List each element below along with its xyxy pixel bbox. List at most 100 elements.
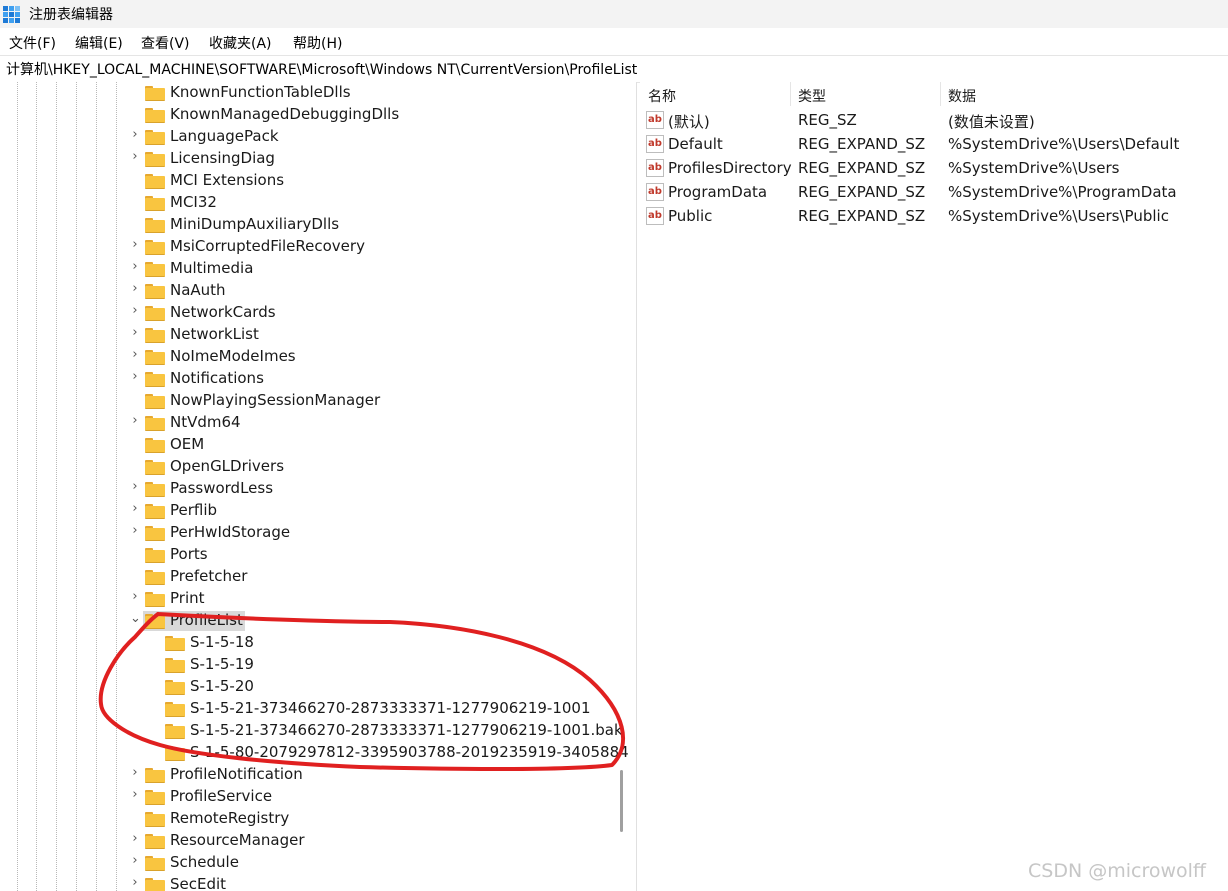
values-list-pane[interactable]: 名称 类型 数据 ab (默认) REG_SZ (数值未设置) ab Default REG… bbox=[640, 82, 1228, 891]
chevron-right-icon[interactable]: › bbox=[130, 369, 140, 384]
tree-item[interactable]: › NaAuth bbox=[0, 280, 620, 302]
tree-item-label: S-1-5-18 bbox=[190, 633, 254, 651]
key-tree-pane[interactable]: KnownFunctionTableDlls KnownManagedDebugg… bbox=[0, 82, 637, 891]
registry-value-row[interactable]: ab (默认) REG_SZ (数值未设置) bbox=[640, 109, 1228, 133]
tree-item[interactable]: › ProfileService bbox=[0, 786, 620, 808]
menu-help[interactable]: 帮助(H) bbox=[293, 33, 342, 53]
address-bar[interactable]: 计算机\HKEY_LOCAL_MACHINE\SOFTWARE\Microsof… bbox=[0, 55, 1228, 83]
tree-item[interactable]: S-1-5-80-2079297812-3395903788-201923591… bbox=[0, 742, 629, 764]
tree-item[interactable]: MCI32 bbox=[0, 192, 620, 214]
chevron-right-icon[interactable]: › bbox=[130, 875, 140, 890]
tree-scrollbar[interactable] bbox=[620, 770, 623, 832]
tree-item[interactable]: MiniDumpAuxiliaryDlls bbox=[0, 214, 620, 236]
menu-file[interactable]: 文件(F) bbox=[9, 33, 56, 53]
value-name: Default bbox=[668, 135, 723, 153]
chevron-right-icon[interactable]: › bbox=[130, 325, 140, 340]
chevron-right-icon[interactable]: › bbox=[130, 589, 140, 604]
chevron-right-icon[interactable]: › bbox=[130, 523, 140, 538]
chevron-right-icon[interactable]: › bbox=[130, 831, 140, 846]
folder-icon bbox=[145, 240, 165, 255]
tree-item[interactable]: › Notifications bbox=[0, 368, 620, 390]
folder-icon bbox=[145, 328, 165, 343]
folder-icon bbox=[165, 746, 185, 761]
tree-item[interactable]: Prefetcher bbox=[0, 566, 620, 588]
tree-item[interactable]: KnownFunctionTableDlls bbox=[0, 82, 620, 104]
tree-item-label: LicensingDiag bbox=[170, 149, 275, 167]
chevron-right-icon[interactable]: › bbox=[130, 479, 140, 494]
tree-item[interactable]: › ResourceManager bbox=[0, 830, 620, 852]
tree-item[interactable]: › Schedule bbox=[0, 852, 620, 874]
tree-item[interactable]: › Perflib bbox=[0, 500, 620, 522]
tree-item[interactable]: OEM bbox=[0, 434, 620, 456]
tree-item[interactable]: NowPlayingSessionManager bbox=[0, 390, 620, 412]
tree-item[interactable]: S-1-5-18 bbox=[0, 632, 620, 654]
tree-item[interactable]: KnownManagedDebuggingDlls bbox=[0, 104, 620, 126]
value-name: ProgramData bbox=[668, 183, 768, 201]
folder-icon bbox=[145, 548, 165, 563]
registry-value-row[interactable]: ab Default REG_EXPAND_SZ %SystemDrive%\User… bbox=[640, 133, 1228, 157]
menu-favorites[interactable]: 收藏夹(A) bbox=[209, 33, 272, 53]
tree-item[interactable]: ⌄ ProfileList bbox=[0, 610, 620, 632]
folder-icon bbox=[145, 152, 165, 167]
folder-icon bbox=[145, 86, 165, 101]
tree-item-label: RemoteRegistry bbox=[170, 809, 290, 827]
chevron-right-icon[interactable]: › bbox=[130, 237, 140, 252]
tree-item[interactable]: › PerHwIdStorage bbox=[0, 522, 620, 544]
tree-item[interactable]: Ports bbox=[0, 544, 620, 566]
chevron-down-icon[interactable]: ⌄ bbox=[130, 611, 141, 626]
menu-edit[interactable]: 编辑(E) bbox=[75, 33, 123, 53]
tree-item[interactable]: › NetworkCards bbox=[0, 302, 620, 324]
registry-value-row[interactable]: ab Public REG_EXPAND_SZ %SystemDrive%\Users… bbox=[640, 205, 1228, 229]
tree-item[interactable]: › NtVdm64 bbox=[0, 412, 620, 434]
tree-item-label: S-1-5-21-373466270-2873333371-1277906219… bbox=[190, 721, 623, 739]
tree-item[interactable]: › LanguagePack bbox=[0, 126, 620, 148]
chevron-right-icon[interactable]: › bbox=[130, 281, 140, 296]
value-data: %SystemDrive%\Users\Public bbox=[948, 207, 1169, 225]
menu-view[interactable]: 查看(V) bbox=[141, 33, 190, 53]
tree-item[interactable]: › PasswordLess bbox=[0, 478, 620, 500]
folder-icon bbox=[145, 856, 165, 871]
tree-item-label: MiniDumpAuxiliaryDlls bbox=[170, 215, 340, 233]
column-header-type[interactable]: 类型 bbox=[798, 86, 826, 106]
registry-value-row[interactable]: ab ProgramData REG_EXPAND_SZ %SystemDrive%\… bbox=[640, 181, 1228, 205]
chevron-right-icon[interactable]: › bbox=[130, 853, 140, 868]
chevron-right-icon[interactable]: › bbox=[130, 787, 140, 802]
chevron-right-icon[interactable]: › bbox=[130, 149, 140, 164]
tree-item[interactable]: RemoteRegistry bbox=[0, 808, 620, 830]
tree-item[interactable]: › Multimedia bbox=[0, 258, 620, 280]
chevron-right-icon[interactable]: › bbox=[130, 303, 140, 318]
tree-item[interactable]: S-1-5-21-373466270-2873333371-1277906219… bbox=[0, 698, 620, 720]
tree-item[interactable]: S-1-5-21-373466270-2873333371-1277906219… bbox=[0, 720, 623, 742]
tree-item[interactable]: › Print bbox=[0, 588, 620, 610]
tree-item[interactable]: OpenGLDrivers bbox=[0, 456, 620, 478]
tree-item-label: SecEdit bbox=[170, 875, 227, 891]
folder-icon bbox=[145, 790, 165, 805]
tree-item[interactable]: › ProfileNotification bbox=[0, 764, 620, 786]
chevron-right-icon[interactable]: › bbox=[130, 259, 140, 274]
chevron-right-icon[interactable]: › bbox=[130, 347, 140, 362]
column-header-data[interactable]: 数据 bbox=[948, 86, 976, 106]
tree-item[interactable]: MCI Extensions bbox=[0, 170, 620, 192]
registry-value-row[interactable]: ab ProfilesDirectory REG_EXPAND_SZ %SystemD… bbox=[640, 157, 1228, 181]
column-separator[interactable] bbox=[790, 82, 791, 106]
tree-item[interactable]: S-1-5-19 bbox=[0, 654, 620, 676]
tree-item[interactable]: › NoImeModeImes bbox=[0, 346, 620, 368]
chevron-right-icon[interactable]: › bbox=[130, 413, 140, 428]
registry-editor-icon bbox=[3, 6, 20, 23]
tree-item[interactable]: › NetworkList bbox=[0, 324, 620, 346]
tree-item[interactable]: › MsiCorruptedFileRecovery bbox=[0, 236, 620, 258]
chevron-right-icon[interactable]: › bbox=[130, 765, 140, 780]
string-value-icon: ab bbox=[646, 135, 664, 153]
chevron-right-icon[interactable]: › bbox=[130, 501, 140, 516]
chevron-right-icon[interactable]: › bbox=[130, 127, 140, 142]
tree-item[interactable]: › SecEdit bbox=[0, 874, 620, 891]
address-path[interactable]: 计算机\HKEY_LOCAL_MACHINE\SOFTWARE\Microsof… bbox=[6, 59, 637, 79]
folder-icon bbox=[145, 394, 165, 409]
tree-item[interactable]: › LicensingDiag bbox=[0, 148, 620, 170]
tree-item[interactable]: S-1-5-20 bbox=[0, 676, 620, 698]
folder-icon bbox=[145, 262, 165, 277]
folder-icon bbox=[145, 372, 165, 387]
column-separator[interactable] bbox=[940, 82, 941, 106]
column-header-name[interactable]: 名称 bbox=[648, 86, 676, 106]
tree-item-label: ProfileNotification bbox=[170, 765, 303, 783]
